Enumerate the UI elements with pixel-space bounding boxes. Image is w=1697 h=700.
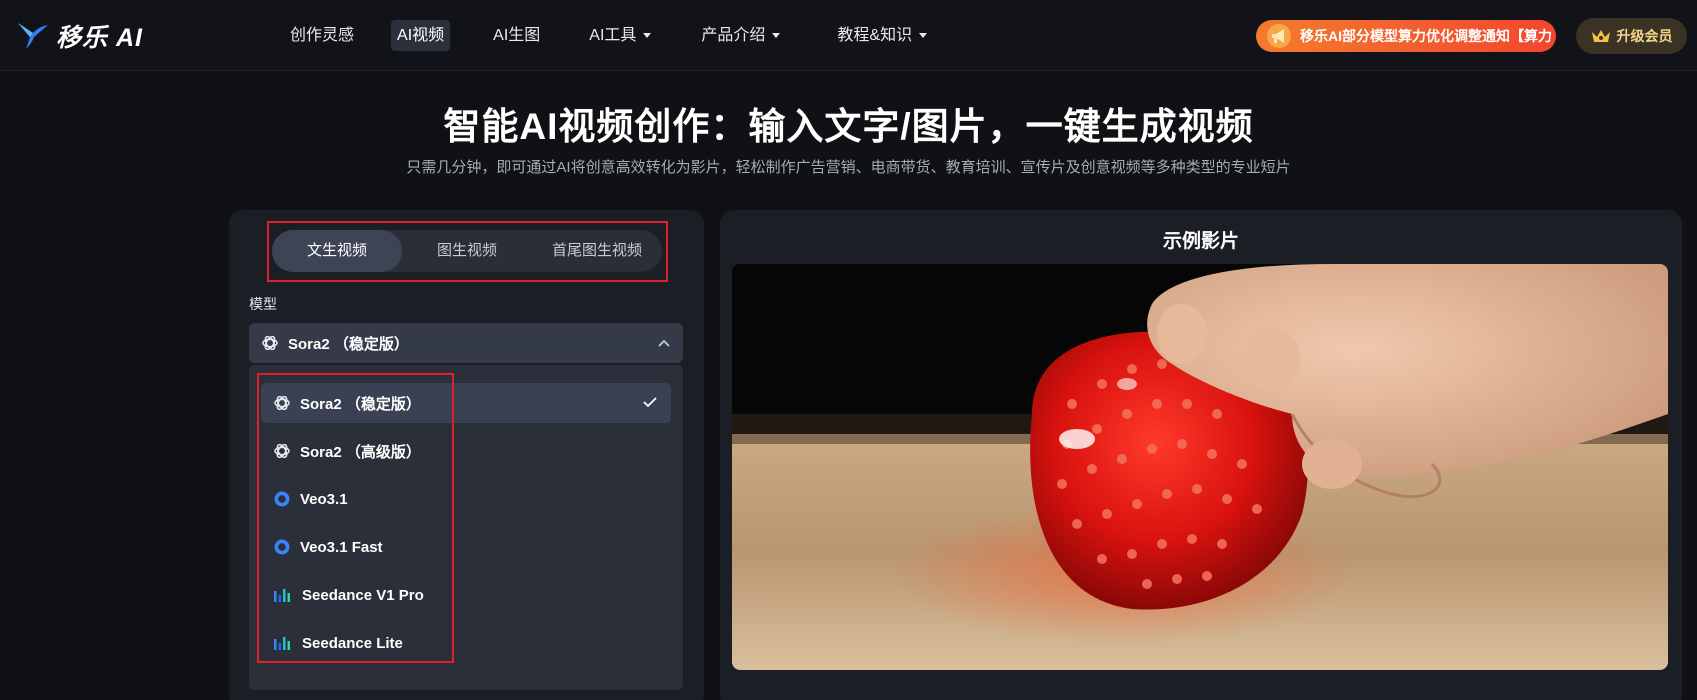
nav-item-tutorials[interactable]: 教程&知识: [831, 20, 933, 51]
sample-video-frame: [732, 264, 1668, 670]
upgrade-membership-button[interactable]: 升级会员: [1576, 18, 1687, 54]
megaphone-icon: [1267, 24, 1291, 48]
sample-video-title: 示例影片: [1162, 231, 1239, 252]
main-nav: 创作灵感 AI视频 AI生图 AI工具 产品介绍 教程&知识: [284, 20, 933, 51]
announcement-text: 移乐AI部分模型算力优化调整通知【算力: [1300, 28, 1552, 44]
caret-down-icon: [772, 33, 781, 38]
brand-logo[interactable]: 移乐 AI: [16, 16, 143, 56]
model-field-label: 模型: [249, 296, 277, 312]
page-subtitle: 只需几分钟，即可通过AI将创意高效转化为影片，轻松制作广告营销、电商带货、教育培…: [406, 159, 1291, 176]
nav-item-label: AI工具: [589, 27, 637, 44]
nav-item-ai-video[interactable]: AI视频: [391, 20, 451, 51]
swallow-bird-logo-icon: [18, 23, 48, 49]
page-title: 智能AI视频创作：输入文字/图片，一键生成视频: [443, 106, 1254, 147]
chevron-up-icon: [658, 339, 670, 347]
brand-name: 移乐 AI: [56, 24, 143, 52]
nav-item-label: AI视频: [397, 27, 445, 44]
model-select[interactable]: Sora2 （稳定版）: [249, 323, 683, 363]
top-navigation-bar: 移乐 AI 创作灵感 AI视频 AI生图 AI工具 产品介绍 教程&知识 移乐A…: [0, 0, 1697, 71]
nav-item-products[interactable]: 产品介绍: [695, 20, 786, 51]
model-select-value: Sora2 （稳定版）: [288, 335, 409, 353]
announcement-banner[interactable]: 移乐AI部分模型算力优化调整通知【算力: [1256, 20, 1556, 52]
checkmark-icon: [643, 397, 657, 408]
caret-down-icon: [919, 33, 928, 38]
nav-item-inspiration[interactable]: 创作灵感: [284, 20, 360, 51]
crown-icon: [1591, 30, 1610, 42]
openai-icon: [262, 335, 278, 351]
nav-item-label: 教程&知识: [837, 27, 913, 44]
nav-item-ai-image[interactable]: AI生图: [487, 20, 546, 51]
caret-down-icon: [643, 33, 652, 38]
nav-item-label: 产品介绍: [701, 27, 766, 44]
nav-item-ai-tools[interactable]: AI工具: [583, 20, 657, 51]
tabs-annotation-box: [267, 221, 668, 282]
nav-item-label: 创作灵感: [290, 27, 355, 44]
upgrade-membership-label: 升级会员: [1616, 28, 1673, 44]
dropdown-annotation-box: [257, 373, 454, 663]
nav-item-label: AI生图: [493, 27, 541, 44]
sample-video-player[interactable]: [732, 264, 1668, 670]
